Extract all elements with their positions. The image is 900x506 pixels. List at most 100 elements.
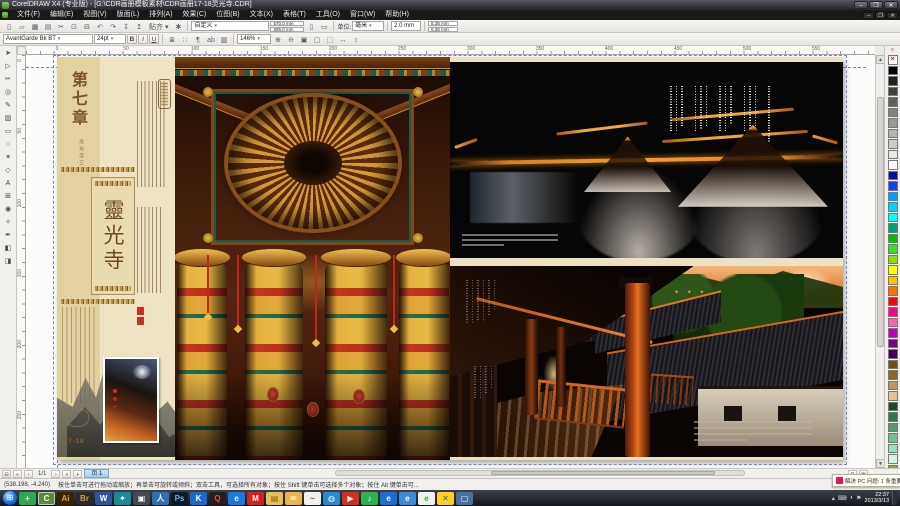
horizontal-ruler[interactable]: 0 50 100 150 200 250 300 350 400 450 500 550 xyxy=(26,46,875,55)
tray-icon[interactable]: ◖ xyxy=(850,495,854,502)
toolbar-icon[interactable]: ↥ xyxy=(133,21,145,32)
article-text-block[interactable] xyxy=(137,207,163,293)
color-swatch[interactable] xyxy=(887,380,898,390)
zoom-toolbar-icon[interactable]: ⊖ xyxy=(285,34,297,45)
menu-item[interactable]: 文件(F) xyxy=(12,10,45,20)
color-swatch[interactable] xyxy=(887,65,898,75)
page-spread[interactable]: 第七章 灵光寺三绝 靈光寺 17-18 ✦ ✦ ✦ xyxy=(57,57,843,460)
palette-menu-button[interactable]: ≡ xyxy=(886,46,900,54)
color-swatch[interactable] xyxy=(887,307,898,317)
first-page-button[interactable]: « xyxy=(13,469,22,478)
toolbar-icon[interactable]: ▯ xyxy=(3,21,15,32)
toolbox-tool[interactable]: ✶ xyxy=(2,151,15,163)
color-swatch[interactable] xyxy=(887,139,898,149)
underline-button[interactable]: U xyxy=(149,34,159,44)
taskbar-item[interactable]: Q xyxy=(209,491,226,505)
taskbar-item[interactable]: ▣ xyxy=(133,491,150,505)
taskbar-item[interactable]: ◍ xyxy=(323,491,340,505)
taskbar-item[interactable]: M xyxy=(247,491,264,505)
color-swatch[interactable] xyxy=(887,338,898,348)
italic-button[interactable]: I xyxy=(138,34,148,44)
toolbox-tool[interactable]: ○ xyxy=(2,138,15,150)
article-text-block[interactable] xyxy=(137,81,165,187)
toolbox-tool[interactable]: ➤ xyxy=(2,47,15,59)
toolbar-icon[interactable]: ✂ xyxy=(55,21,67,32)
toolbox-tool[interactable]: ◇ xyxy=(2,164,15,176)
temple-corridor-photo[interactable]: ✦ ✦ ✦ xyxy=(450,266,843,457)
show-desktop-button[interactable] xyxy=(892,491,897,505)
chapter-title[interactable]: 第七章 xyxy=(65,71,89,128)
toolbar-icon[interactable]: ↶ xyxy=(94,21,106,32)
taskbar-item[interactable]: Ps xyxy=(171,491,188,505)
action-center-notification[interactable]: 解决 PC 问题: 1 条重要消息 xyxy=(832,474,900,487)
color-swatch[interactable] xyxy=(887,286,898,296)
color-swatch[interactable] xyxy=(887,170,898,180)
taskbar-item[interactable]: K xyxy=(190,491,207,505)
taskbar-item[interactable]: ~ xyxy=(304,491,321,505)
color-swatch[interactable] xyxy=(887,265,898,275)
window-control-button[interactable]: ✕ xyxy=(884,1,898,9)
options-button[interactable]: ✱ xyxy=(172,21,184,32)
page-tab[interactable]: 页 1 xyxy=(84,469,110,478)
toolbox-tool[interactable]: ▭ xyxy=(2,125,15,137)
color-swatch[interactable] xyxy=(887,254,898,264)
temple-ceiling-photo[interactable] xyxy=(175,57,450,460)
zoom-toolbar-icon[interactable]: ⊕ xyxy=(272,34,284,45)
color-swatch[interactable] xyxy=(887,401,898,411)
toolbox-tool[interactable]: ◨ xyxy=(2,255,15,267)
document-window-control[interactable]: ✕ xyxy=(887,11,898,19)
vertical-scroll-thumb[interactable] xyxy=(877,97,884,347)
document-window-control[interactable]: – xyxy=(863,11,874,19)
color-swatch[interactable] xyxy=(887,275,898,285)
taskbar-item[interactable]: e xyxy=(380,491,397,505)
calligraphy-box[interactable]: 靈光寺 xyxy=(91,177,135,295)
text-toolbar-icon[interactable]: ab xyxy=(205,34,217,45)
toolbox-tool[interactable]: ✧ xyxy=(2,216,15,228)
text-toolbar-icon[interactable]: ¶ xyxy=(192,34,204,45)
start-button[interactable]: ⊞ xyxy=(3,491,17,505)
color-swatch[interactable] xyxy=(887,202,898,212)
color-swatch[interactable] xyxy=(887,128,898,138)
menu-item[interactable]: 版面(L) xyxy=(112,10,145,20)
taskbar-item[interactable]: ▤ xyxy=(266,491,283,505)
temple-interior-inset-photo[interactable] xyxy=(103,357,159,443)
toolbar-icon[interactable]: ↷ xyxy=(107,21,119,32)
toolbox-tool[interactable]: ◎ xyxy=(2,86,15,98)
taskbar-item[interactable]: ♪ xyxy=(361,491,378,505)
vertical-scrollbar[interactable]: ▲ ▼ xyxy=(875,55,885,468)
taskbar-clock[interactable]: 22:37 2013/3/13 xyxy=(865,492,889,504)
toolbox-tool[interactable]: ◧ xyxy=(2,242,15,254)
taskbar-item[interactable]: e xyxy=(418,491,435,505)
menu-item[interactable]: 位图(B) xyxy=(211,10,244,20)
color-swatch[interactable] xyxy=(887,107,898,117)
toolbar-icon[interactable]: ▦ xyxy=(29,21,41,32)
menu-item[interactable]: 工具(O) xyxy=(311,10,345,20)
bold-button[interactable]: B xyxy=(127,34,137,44)
navigator-button[interactable]: ⊟ xyxy=(2,469,11,478)
color-swatch[interactable] xyxy=(887,233,898,243)
title-bar[interactable]: CorelDRAW X4 (专业版) - [G:\CDR画册模板素材\CDR画册… xyxy=(0,0,900,10)
menu-item[interactable]: 排列(A) xyxy=(144,10,177,20)
text-toolbar-icon[interactable]: ≣ xyxy=(166,34,178,45)
horizontal-scroll-thumb[interactable] xyxy=(491,471,716,475)
vertical-ruler[interactable]: 0 50 100 150 200 250 xyxy=(17,55,26,468)
right-page[interactable]: ✦ ✦ ✦ xyxy=(450,57,843,460)
toolbox-tool[interactable]: ▷ xyxy=(2,60,15,72)
last-page-button[interactable]: » xyxy=(62,469,72,478)
font-size-select[interactable]: 24pt ▾ xyxy=(94,34,126,44)
color-swatch[interactable] xyxy=(887,244,898,254)
next-page-button[interactable]: › xyxy=(51,469,61,478)
taskbar-item[interactable]: e xyxy=(399,491,416,505)
taskbar-item[interactable]: e xyxy=(228,491,245,505)
zoom-toolbar-icon[interactable]: ↔ xyxy=(337,34,349,45)
toolbox-tool[interactable]: ⊞ xyxy=(2,190,15,202)
zoom-toolbar-icon[interactable]: ▣ xyxy=(298,34,310,45)
menu-item[interactable]: 效果(C) xyxy=(178,10,212,20)
left-page[interactable]: 第七章 灵光寺三绝 靈光寺 17-18 xyxy=(57,57,450,460)
color-swatch[interactable] xyxy=(887,181,898,191)
zoom-toolbar-icon[interactable]: ▢ xyxy=(311,34,323,45)
menu-item[interactable]: 帮助(H) xyxy=(380,10,414,20)
font-select[interactable]: AvantGarde Bk BT ▾ xyxy=(3,34,93,44)
color-swatch[interactable] xyxy=(887,370,898,380)
text-toolbar-icon[interactable]: ▥ xyxy=(218,34,230,45)
